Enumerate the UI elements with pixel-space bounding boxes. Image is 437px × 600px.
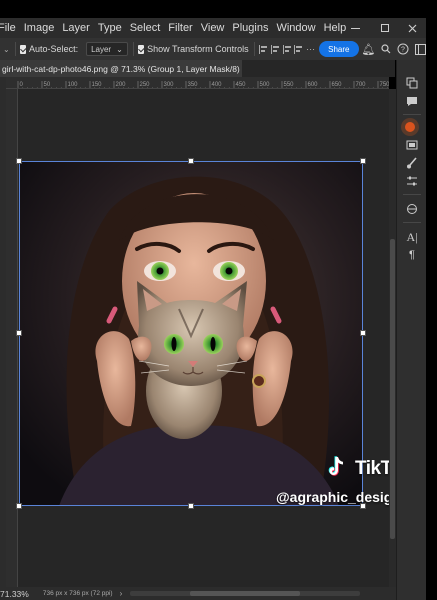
color-picker-icon[interactable] (401, 118, 419, 136)
ruler-label: 250 (140, 82, 151, 88)
history-icon[interactable] (405, 76, 419, 90)
divider (403, 114, 421, 115)
ruler-label: 550 (284, 82, 295, 88)
auto-select-target-dropdown[interactable]: Layer ⌄ (86, 42, 128, 56)
document-tab-bar: girl-with-cat-dp-photo46.png @ 71.3% (Gr… (0, 60, 395, 77)
menu-plugins[interactable]: Plugins (232, 22, 268, 34)
scrollbar-thumb[interactable] (390, 239, 395, 539)
ruler-label: 400 (212, 82, 223, 88)
divider (132, 42, 134, 56)
align-center-icon[interactable] (271, 44, 279, 54)
menu-file[interactable]: File (0, 22, 16, 34)
menu-layer[interactable]: Layer (62, 22, 90, 34)
adjustments-icon[interactable] (405, 174, 419, 188)
ruler-label: 350 (188, 82, 199, 88)
options-bar: ⌄ Auto-Select: Layer ⌄ Show Transform Co… (0, 38, 437, 60)
more-options-icon[interactable]: ··· (306, 44, 315, 54)
ruler-label: 50 (44, 82, 51, 88)
ruler-horizontal: 0 50 100 150 200 250 300 350 400 450 500 550 600 650 7… (6, 77, 389, 89)
share-button[interactable]: Share (319, 41, 359, 57)
ruler-ticks: 0 50 100 150 200 250 300 350 400 450 500 550 600 650 7… (17, 81, 390, 88)
document-tab[interactable]: girl-with-cat-dp-photo46.png @ 71.3% (Gr… (0, 60, 242, 77)
transform-controls-checkbox[interactable] (138, 44, 145, 54)
ruler-label: 100 (68, 82, 79, 88)
help-icon[interactable]: ? (397, 42, 409, 56)
menu-view[interactable]: View (201, 22, 225, 34)
search-icon[interactable] (381, 42, 391, 56)
menu-image[interactable]: Image (24, 22, 55, 34)
menu-type[interactable]: Type (98, 22, 122, 34)
restore-icon (381, 24, 389, 32)
screen-edge (426, 0, 437, 600)
auto-select-target-value: Layer (91, 44, 112, 54)
menu-window[interactable]: Window (276, 22, 315, 34)
ruler-label: 200 (116, 82, 127, 88)
chevron-down-icon: ⌄ (116, 44, 123, 54)
swatches-icon[interactable] (405, 138, 419, 152)
divider (403, 194, 421, 195)
ruler-label: 500 (260, 82, 271, 88)
ruler-label: 650 (332, 82, 343, 88)
horizontal-scrollbar[interactable] (130, 591, 361, 596)
align-top-icon[interactable] (294, 44, 303, 54)
close-icon (408, 24, 416, 32)
layers-3d-icon[interactable] (405, 202, 419, 216)
right-panel-dock: A| ¶ (396, 60, 426, 600)
ruler-label: 700 (356, 82, 367, 88)
character-icon[interactable]: A| (405, 230, 419, 244)
ruler-label: 300 (164, 82, 175, 88)
menu-bar: File Image Layer Type Select Filter View… (0, 18, 437, 38)
ruler-label: 150 (92, 82, 103, 88)
menu-filter[interactable]: Filter (168, 22, 192, 34)
status-chevron-icon[interactable]: › (120, 589, 123, 598)
close-window-button[interactable] (398, 18, 426, 38)
divider (403, 222, 421, 223)
ruler-label: 600 (308, 82, 319, 88)
minimize-button[interactable] (340, 18, 370, 38)
restore-button[interactable] (370, 18, 400, 38)
comment-icon[interactable] (405, 94, 419, 108)
status-bar: 71.33% 736 px x 736 px (72 ppi) › (0, 587, 396, 600)
vertical-scrollbar[interactable] (389, 89, 396, 587)
zoom-level[interactable]: 71.33% (0, 589, 29, 599)
ruler-label: 450 (236, 82, 247, 88)
workspace-icon[interactable] (415, 42, 427, 56)
document-tab-title: girl-with-cat-dp-photo46.png @ 71.3% (Gr… (2, 63, 242, 74)
portrait-artwork (19, 161, 363, 506)
auto-select-checkbox[interactable] (20, 44, 27, 54)
document-size: 736 px x 736 px (72 ppi) (42, 590, 113, 597)
divider (253, 42, 255, 56)
bell-icon[interactable]: 🔔︎ (362, 42, 376, 56)
align-right-icon[interactable] (282, 44, 291, 54)
transform-controls-label: Show Transform Controls (147, 44, 249, 54)
svg-text:?: ? (402, 47, 406, 54)
align-left-icon[interactable] (259, 44, 267, 54)
ruler-vertical (6, 89, 18, 587)
artwork-image[interactable] (19, 161, 363, 506)
minimize-icon (350, 27, 360, 29)
ruler-label: 750 (380, 82, 390, 88)
divider (14, 42, 16, 56)
menu-select[interactable]: Select (130, 22, 161, 34)
tiktok-logo-icon (328, 456, 343, 476)
brush-icon[interactable] (405, 156, 419, 170)
auto-select-label: Auto-Select: (29, 44, 79, 54)
tool-preset-dropdown[interactable]: ⌄ (3, 45, 10, 54)
paragraph-icon[interactable]: ¶ (405, 248, 419, 262)
